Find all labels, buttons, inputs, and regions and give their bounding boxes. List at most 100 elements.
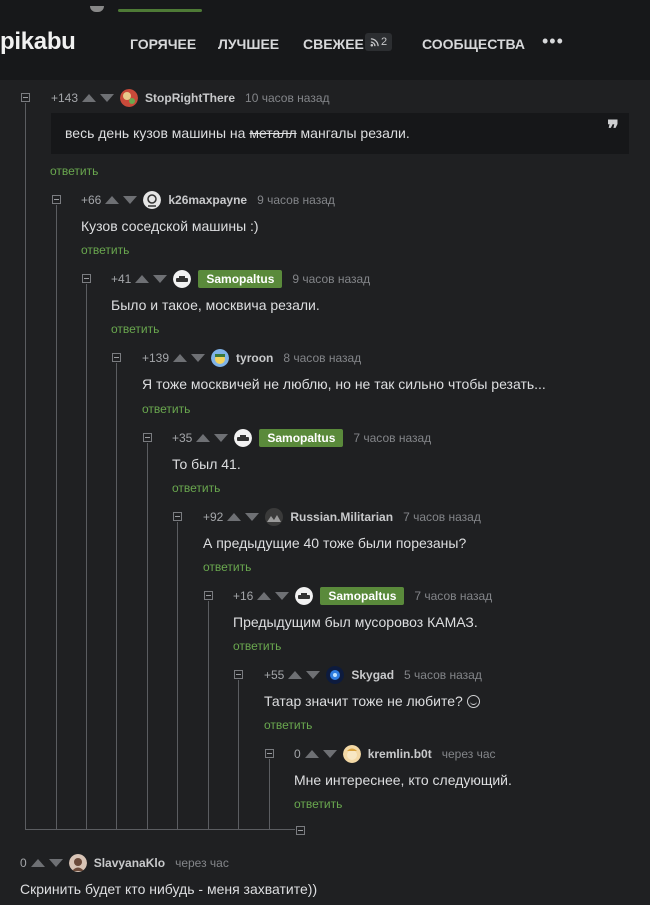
collapse-button[interactable] <box>234 670 243 679</box>
thread-line[interactable] <box>86 284 87 829</box>
downvote-icon[interactable] <box>322 750 337 758</box>
top-navbar: pikabu ГОРЯЧЕЕ ЛУЧШЕЕ СВЕЖЕЕ 2 СООБЩЕСТВ… <box>0 0 650 80</box>
downvote-icon[interactable] <box>48 859 63 867</box>
comment-header: +92 Russian.Militarian 7 часов назад <box>203 508 481 526</box>
pikabu-logo[interactable]: pikabu <box>0 28 76 56</box>
collapse-button[interactable] <box>82 274 91 283</box>
comment-text: Я тоже москвичей не люблю, но не так сил… <box>142 376 546 392</box>
comment-author[interactable]: Samopaltus <box>259 429 344 447</box>
comment-author[interactable]: Samopaltus <box>198 270 283 288</box>
reply-link[interactable]: ответить <box>142 402 190 416</box>
downvote-icon[interactable] <box>275 592 290 600</box>
collapse-button[interactable] <box>204 591 213 600</box>
downvote-icon[interactable] <box>153 275 168 283</box>
comment-author[interactable]: Samopaltus <box>320 587 405 605</box>
comment-author[interactable]: SlavyanaKlo <box>94 856 165 870</box>
comment-time[interactable]: 8 часов назад <box>283 351 361 365</box>
reply-link[interactable]: ответить <box>233 639 281 653</box>
comment-time[interactable]: 7 часов назад <box>403 510 481 524</box>
avatar[interactable] <box>295 587 314 605</box>
upvote-icon[interactable] <box>135 275 150 283</box>
upvote-icon[interactable] <box>105 196 120 204</box>
comment-text: Мне интереснее, кто следующий. <box>294 772 512 788</box>
comment-author[interactable]: StopRightThere <box>145 91 235 105</box>
reply-link[interactable]: ответить <box>294 797 342 811</box>
upvote-icon[interactable] <box>173 354 188 362</box>
thread-line[interactable] <box>269 759 270 829</box>
avatar[interactable] <box>68 854 87 872</box>
avatar[interactable] <box>90 6 104 12</box>
thread-line[interactable] <box>238 680 239 829</box>
avatar[interactable] <box>326 666 345 684</box>
comment-time[interactable]: 5 часов назад <box>404 668 482 682</box>
comment-author[interactable]: kremlin.b0t <box>368 747 432 761</box>
comment-time[interactable]: через час <box>442 747 496 761</box>
collapse-button[interactable] <box>112 353 121 362</box>
comment-time[interactable]: через час <box>175 856 229 870</box>
comment-time[interactable]: 9 часов назад <box>292 272 370 286</box>
avatar[interactable] <box>143 191 162 209</box>
downvote-icon[interactable] <box>245 513 260 521</box>
avatar[interactable] <box>120 89 139 107</box>
reply-link[interactable]: ответить <box>203 560 251 574</box>
thread-line[interactable] <box>25 103 26 829</box>
nav-best[interactable]: ЛУЧШЕЕ <box>218 36 279 52</box>
comment-text: Было и такое, москвича резали. <box>111 297 320 313</box>
comment-header: +66 k26maxpayne 9 часов назад <box>81 191 335 209</box>
comment-author[interactable]: tyroon <box>236 351 273 365</box>
upvote-icon[interactable] <box>196 434 211 442</box>
avatar[interactable] <box>265 508 284 526</box>
comment-header: 0 SlavyanaKlo через час <box>20 854 229 872</box>
collapse-button[interactable] <box>173 512 182 521</box>
avatar[interactable] <box>211 349 230 367</box>
comment-author[interactable]: Russian.Militarian <box>290 510 393 524</box>
avatar[interactable] <box>342 745 361 763</box>
upvote-icon[interactable] <box>30 859 45 867</box>
comment-rating: +143 <box>51 91 79 105</box>
thread-line[interactable] <box>177 522 178 829</box>
collapse-button[interactable] <box>265 749 274 758</box>
comment-time[interactable]: 7 часов назад <box>353 431 431 445</box>
reply-link[interactable]: ответить <box>50 164 98 178</box>
thread-line[interactable] <box>116 363 117 829</box>
upvote-icon[interactable] <box>288 671 303 679</box>
reply-link[interactable]: ответить <box>111 322 159 336</box>
avatar[interactable] <box>173 270 192 288</box>
reply-link[interactable]: ответить <box>264 718 312 732</box>
nav-fresh[interactable]: СВЕЖЕЕ <box>303 36 364 52</box>
comment-author[interactable]: Skygad <box>351 668 394 682</box>
rss-icon <box>370 37 379 46</box>
comment-rating: +41 <box>111 272 132 286</box>
collapse-button[interactable] <box>52 195 61 204</box>
quote-icon[interactable]: ❞ <box>607 118 619 140</box>
comment-time[interactable]: 9 часов назад <box>257 193 335 207</box>
fresh-count-badge[interactable]: 2 <box>365 33 392 51</box>
comment-time[interactable]: 7 часов назад <box>414 589 492 603</box>
thread-line[interactable] <box>147 443 148 829</box>
nav-hot[interactable]: ГОРЯЧЕЕ <box>130 36 196 52</box>
reply-link[interactable]: ответить <box>81 243 129 257</box>
upvote-icon[interactable] <box>82 94 97 102</box>
nav-communities[interactable]: СООБЩЕСТВА <box>422 36 525 52</box>
comment-time[interactable]: 10 часов назад <box>245 91 329 105</box>
comment-author[interactable]: k26maxpayne <box>168 193 247 207</box>
downvote-icon[interactable] <box>123 196 138 204</box>
collapse-all-button[interactable] <box>296 826 305 835</box>
thread-line[interactable] <box>56 205 57 829</box>
comment-header: +16 Samopaltus 7 часов назад <box>233 587 492 605</box>
avatar[interactable] <box>234 429 253 447</box>
downvote-icon[interactable] <box>100 94 115 102</box>
collapse-button[interactable] <box>21 93 30 102</box>
downvote-icon[interactable] <box>306 671 321 679</box>
downvote-icon[interactable] <box>214 434 229 442</box>
collapse-button[interactable] <box>143 433 152 442</box>
more-icon[interactable]: ••• <box>542 32 564 50</box>
upvote-icon[interactable] <box>227 513 242 521</box>
comment-rating: 0 <box>294 747 301 761</box>
upvote-icon[interactable] <box>257 592 272 600</box>
thread-line[interactable] <box>208 601 209 829</box>
downvote-icon[interactable] <box>191 354 206 362</box>
upvote-icon[interactable] <box>304 750 319 758</box>
comment-rating: +16 <box>233 589 254 603</box>
reply-link[interactable]: ответить <box>172 481 220 495</box>
